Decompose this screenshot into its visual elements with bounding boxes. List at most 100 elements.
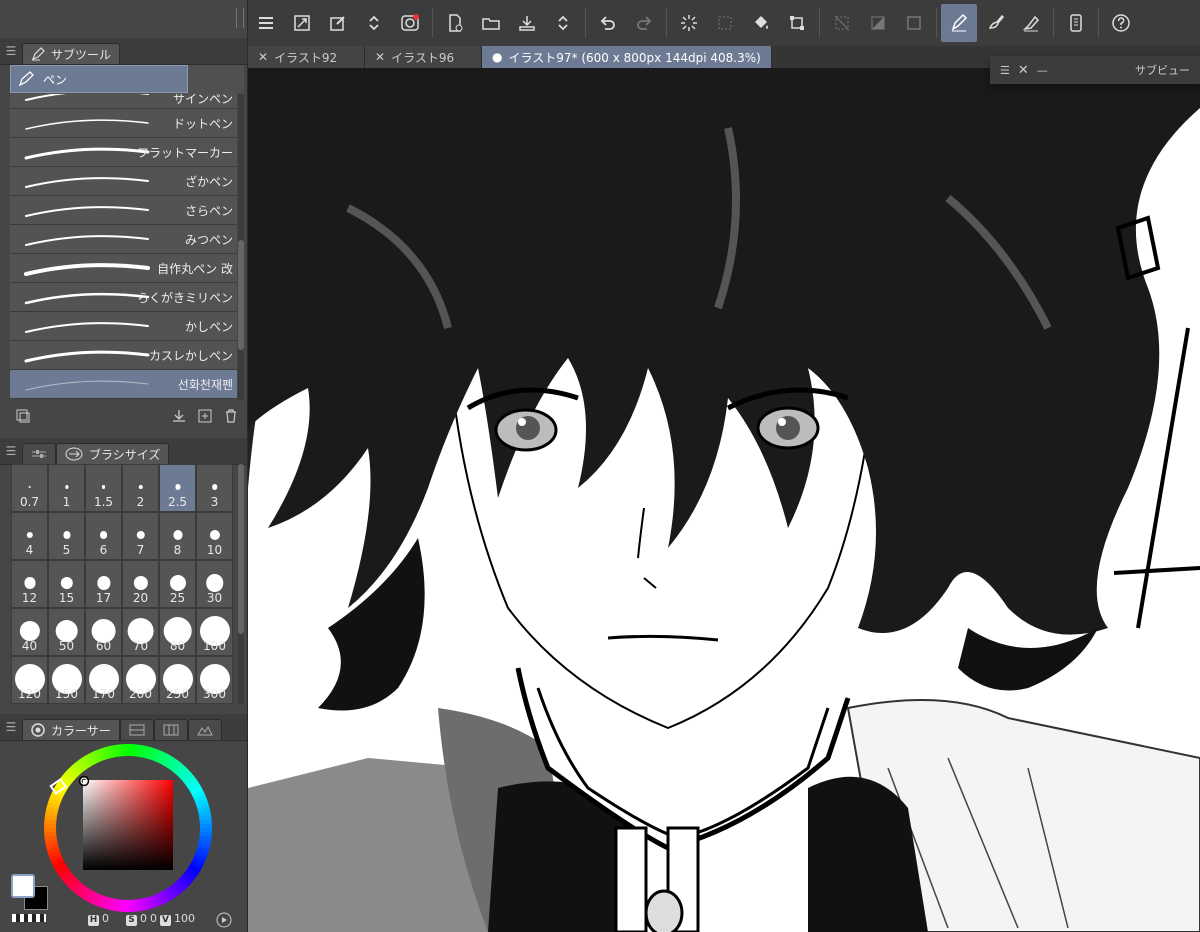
brush-size-cell[interactable]: 2.5 [159, 464, 196, 512]
panel-menu-icon[interactable]: ☰ [0, 38, 22, 64]
brush-size-cell[interactable]: 15 [48, 560, 85, 608]
loading-button[interactable] [671, 4, 707, 42]
brush-size-cell[interactable]: 1.5 [85, 464, 122, 512]
deselect-button[interactable] [824, 4, 860, 42]
undo-button[interactable] [590, 4, 626, 42]
menu-button[interactable] [248, 4, 284, 42]
tab-brush-size[interactable]: ブラシサイズ [56, 443, 170, 464]
brush-item[interactable]: フラットマーカー [10, 138, 237, 167]
brush-item[interactable]: みつペン [10, 225, 237, 254]
brush-size-cell[interactable]: 80 [159, 608, 196, 656]
document-tab[interactable]: ✕ イラスト92 [248, 46, 365, 68]
new-file-button[interactable] [437, 4, 473, 42]
eyedropper-button[interactable] [320, 4, 356, 42]
brush-item[interactable]: 선화천재펜 [10, 370, 237, 399]
brush-item[interactable]: ざかペン [10, 167, 237, 196]
brush-size-cell[interactable]: 150 [48, 656, 85, 704]
brush-size-cell[interactable]: 5 [48, 512, 85, 560]
brush-size-cell[interactable]: 1 [48, 464, 85, 512]
tab-color-slider[interactable] [119, 719, 154, 740]
tab-tool-property[interactable] [22, 443, 56, 464]
brush-item[interactable]: カスレかしペン [10, 341, 237, 370]
open-folder-button[interactable] [473, 4, 509, 42]
close-icon[interactable]: ✕ [375, 50, 385, 64]
document-tab[interactable]: ✕ イラスト96 [365, 46, 482, 68]
brush-size-cell[interactable]: 170 [85, 656, 122, 704]
brush-size-cell[interactable]: 60 [85, 608, 122, 656]
brush-size-cell[interactable]: 6 [85, 512, 122, 560]
select-button[interactable] [707, 4, 743, 42]
pen-tool-button[interactable] [941, 4, 977, 42]
brush-tool-button[interactable] [977, 4, 1013, 42]
close-icon[interactable]: ✕ [1018, 63, 1029, 78]
brush-size-cell[interactable]: 12 [11, 560, 48, 608]
brush-size-cell[interactable]: 3 [196, 464, 233, 512]
import-subtool-button[interactable] [166, 403, 192, 429]
main-color-swatch[interactable] [11, 874, 35, 898]
tab-approximate-color[interactable] [187, 719, 222, 740]
brush-size-cell[interactable]: 25 [159, 560, 196, 608]
duplicate-subtool-button[interactable] [192, 403, 218, 429]
brush-size-cell[interactable]: 8 [159, 512, 196, 560]
modified-dot-icon[interactable]: ● [492, 50, 502, 64]
eraser-button[interactable] [1013, 4, 1049, 42]
brush-size-cell[interactable]: 17 [85, 560, 122, 608]
frame-button[interactable] [896, 4, 932, 42]
brush-size-cell[interactable]: 20 [122, 560, 159, 608]
brush-size-cell[interactable]: 4 [11, 512, 48, 560]
updown-button[interactable] [356, 4, 392, 42]
resize-button[interactable] [284, 4, 320, 42]
document-tab[interactable]: ● イラスト97* (600 x 800px 144dpi 408.3%) [482, 46, 772, 68]
brush-size-cell[interactable]: 30 [196, 560, 233, 608]
help-button[interactable] [1103, 4, 1139, 42]
device-button[interactable] [1058, 4, 1094, 42]
brush-item[interactable]: かしペン [10, 312, 237, 341]
brush-size-cell[interactable]: 50 [48, 608, 85, 656]
fill-button[interactable] [743, 4, 779, 42]
brush-size-cell[interactable]: 10 [196, 512, 233, 560]
brush-size-dot [169, 575, 186, 591]
brush-size-cell[interactable]: 40 [11, 608, 48, 656]
minimize-icon[interactable]: — [1037, 64, 1048, 77]
brush-size-cell[interactable]: 100 [196, 608, 233, 656]
brush-item[interactable]: サインペン [10, 94, 237, 109]
save-button[interactable] [509, 4, 545, 42]
brush-size-cell[interactable]: 120 [11, 656, 48, 704]
subtool-settings-button[interactable] [10, 403, 36, 429]
brush-size-cell[interactable]: 70 [122, 608, 159, 656]
color-wheel[interactable] [40, 740, 216, 916]
brush-size-cell[interactable]: 250 [159, 656, 196, 704]
brush-size-cell[interactable]: 300 [196, 656, 233, 704]
panel-menu-icon[interactable]: ☰ [0, 714, 22, 740]
panel-menu-icon[interactable]: ☰ [1000, 64, 1010, 77]
spiral-button[interactable] [392, 4, 428, 42]
panel-menu-icon[interactable]: ☰ [0, 438, 22, 464]
brush-size-cell[interactable]: 2 [122, 464, 159, 512]
brush-item[interactable]: さらペン [10, 196, 237, 225]
subtool-group-pen[interactable]: ペン [10, 65, 188, 93]
redo-button[interactable] [626, 4, 662, 42]
brush-size-scrollbar[interactable] [238, 464, 244, 704]
brush-item[interactable]: らくがきミリペン [10, 283, 237, 312]
brush-list-scrollbar[interactable] [238, 94, 244, 400]
transform-button[interactable] [779, 4, 815, 42]
tab-color-circle[interactable]: カラーサー [22, 719, 120, 740]
tab-color-set[interactable] [153, 719, 188, 740]
brush-size-cell[interactable]: 7 [122, 512, 159, 560]
updown-button[interactable] [545, 4, 581, 42]
brush-size-cell[interactable]: 0.7 [11, 464, 48, 512]
close-icon[interactable]: ✕ [258, 50, 268, 64]
drawing-canvas[interactable] [248, 68, 1200, 932]
brush-size-cell[interactable]: 200 [122, 656, 159, 704]
brush-stroke-preview [25, 177, 149, 188]
transparent-color-swatch[interactable] [12, 914, 46, 922]
gradient-button[interactable] [860, 4, 896, 42]
panel-resize-handle[interactable] [236, 8, 244, 28]
scroll-thumb[interactable] [238, 240, 244, 350]
brush-item[interactable]: ドットペン [10, 109, 237, 138]
color-play-button[interactable] [216, 912, 232, 932]
scroll-thumb[interactable] [238, 464, 244, 634]
delete-subtool-button[interactable] [218, 403, 244, 429]
tab-subtool[interactable]: サブツール [22, 43, 121, 64]
brush-item[interactable]: 自作丸ペン 改 [10, 254, 237, 283]
